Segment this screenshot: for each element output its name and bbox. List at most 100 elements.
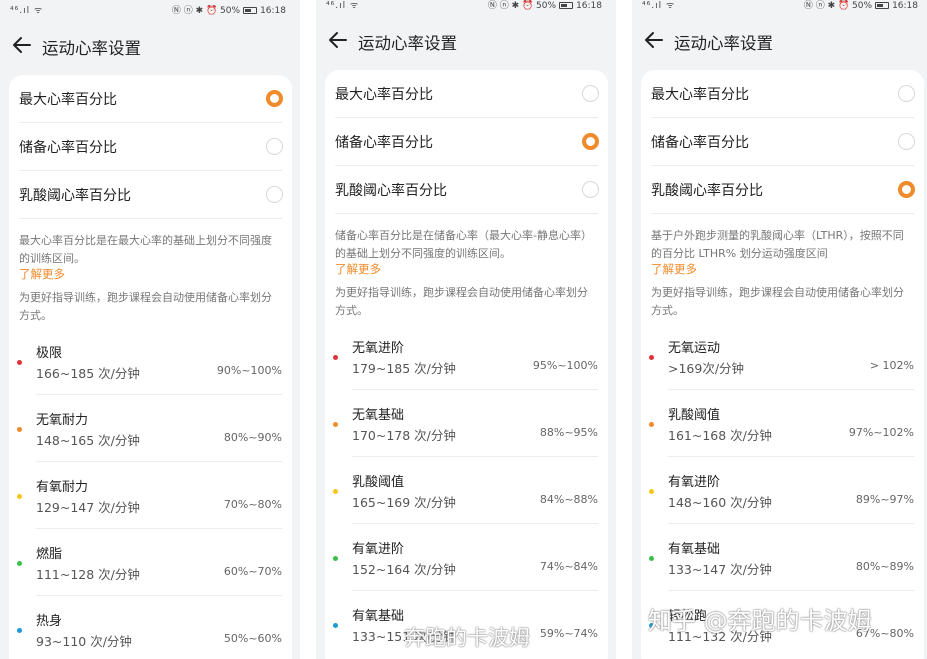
option-max-hr[interactable]: 最大心率百分比 xyxy=(325,70,608,118)
learn-more-link[interactable]: 了解更多 xyxy=(335,261,381,277)
zone-bpm: 166~185 次/分钟 xyxy=(36,366,140,381)
watermark-center: 奔跑的卡波姆 xyxy=(404,626,530,650)
back-arrow-icon[interactable] xyxy=(10,34,34,56)
zone-name: 燃脂 xyxy=(36,547,63,562)
status-bar: ⁴⁶.ıl ᯤ Ⓝ ⓝ ✱ ⏰ 50% 16:18 xyxy=(632,0,927,13)
radio-button-icon[interactable] xyxy=(898,133,915,150)
zone-percent: > 102% xyxy=(869,359,914,372)
zone-color-dot xyxy=(17,360,22,365)
status-time: 16:18 xyxy=(260,6,286,16)
zone-row[interactable]: 极限 166~185 次/分钟 90%~100% xyxy=(9,328,292,395)
option-reserve-hr[interactable]: 储备心率百分比 xyxy=(325,118,608,166)
radio-button-icon[interactable] xyxy=(266,138,283,155)
zone-bpm: 179~185 次/分钟 xyxy=(352,361,456,376)
radio-button-icon[interactable] xyxy=(582,181,599,198)
zone-row[interactable]: 无氧基础 170~178 次/分钟 88%~95% xyxy=(325,390,608,457)
phone-screen-lthr: ⁴⁶.ıl ᯤ Ⓝ ⓝ ✱ ⏰ 50% 16:18 运动心率设置 最大心率百分比 … xyxy=(632,0,927,659)
zone-row[interactable]: 无氧耐力 148~165 次/分钟 80%~90% xyxy=(9,395,292,462)
option-label: 储备心率百分比 xyxy=(651,135,749,151)
option-lthr[interactable]: 乳酸阈心率百分比 xyxy=(325,166,608,214)
status-bar: ⁴⁶.ıl ᯤ Ⓝ ⓝ ✱ ⏰ 50% 16:18 xyxy=(0,0,300,18)
zone-row[interactable]: 乳酸阈值 161~168 次/分钟 97%~102% xyxy=(641,390,924,457)
radio-button-icon[interactable] xyxy=(898,181,915,198)
radio-button-icon[interactable] xyxy=(582,133,599,150)
radio-button-icon[interactable] xyxy=(266,90,283,107)
method-description: 最大心率百分比是在最大心率的基础上划分不同强度的训练区间。 xyxy=(19,234,272,265)
signal-icon: ⁴⁶.ıl ᯤ xyxy=(642,1,676,11)
zone-row[interactable]: 燃脂 111~128 次/分钟 60%~70% xyxy=(9,529,292,596)
phone-screen-max-hr: ⁴⁶.ıl ᯤ Ⓝ ⓝ ✱ ⏰ 50% 16:18 运动心率设置 最大心率百分比 … xyxy=(0,0,300,659)
app-bar: 运动心率设置 xyxy=(316,27,616,55)
zone-percent: 80%~89% xyxy=(855,560,914,573)
zone-color-dot xyxy=(649,556,654,561)
option-label: 乳酸阈心率百分比 xyxy=(335,183,447,199)
zone-percent: 50%~60% xyxy=(223,632,282,645)
back-arrow-icon[interactable] xyxy=(326,29,350,51)
zone-color-dot xyxy=(649,489,654,494)
status-icons: Ⓝ ⓝ ✱ ⏰ 50% xyxy=(487,1,557,11)
status-time: 16:18 xyxy=(576,1,602,11)
zone-row[interactable]: 无氧运动 >169次/分钟 > 102% xyxy=(641,323,924,390)
option-lthr[interactable]: 乳酸阈心率百分比 xyxy=(641,166,924,214)
option-label: 最大心率百分比 xyxy=(335,87,433,103)
learn-more-link[interactable]: 了解更多 xyxy=(651,261,697,277)
zone-percent: 90%~100% xyxy=(216,364,282,377)
radio-button-icon[interactable] xyxy=(898,85,915,102)
radio-button-icon[interactable] xyxy=(266,186,283,203)
status-bar: ⁴⁶.ıl ᯤ Ⓝ ⓝ ✱ ⏰ 50% 16:18 xyxy=(316,0,616,13)
option-lthr[interactable]: 乳酸阈心率百分比 xyxy=(9,171,292,219)
option-reserve-hr[interactable]: 储备心率百分比 xyxy=(641,118,924,166)
option-label: 最大心率百分比 xyxy=(19,92,117,108)
watermark-right: 知乎 @奔跑的卡波姆 xyxy=(648,607,872,635)
zone-percent: 97%~102% xyxy=(848,426,914,439)
zone-color-dot xyxy=(17,494,22,499)
zone-name: 有氧耐力 xyxy=(36,480,89,495)
back-arrow-icon[interactable] xyxy=(642,29,666,51)
zone-name: 无氧耐力 xyxy=(36,413,89,428)
zone-color-dot xyxy=(333,489,338,494)
zone-color-dot xyxy=(17,561,22,566)
zone-row[interactable]: 有氧进阶 148~160 次/分钟 89%~97% xyxy=(641,457,924,524)
zone-bpm: 170~178 次/分钟 xyxy=(352,428,456,443)
zone-percent: 70%~80% xyxy=(223,498,282,511)
option-label: 乳酸阈心率百分比 xyxy=(19,188,131,204)
option-label: 储备心率百分比 xyxy=(335,135,433,151)
zone-row[interactable]: 有氧进阶 152~164 次/分钟 74%~84% xyxy=(325,524,608,591)
training-hint: 为更好指导训练，跑步课程会自动使用储备心率划分方式。 xyxy=(335,286,588,317)
zone-percent: 95%~100% xyxy=(532,359,598,372)
learn-more-link[interactable]: 了解更多 xyxy=(19,266,65,282)
zone-color-dot xyxy=(333,623,338,628)
zone-bpm: 161~168 次/分钟 xyxy=(668,428,772,443)
zone-bpm: 165~169 次/分钟 xyxy=(352,495,456,510)
zone-row[interactable]: 有氧基础 133~147 次/分钟 80%~89% xyxy=(641,524,924,591)
signal-icon: ⁴⁶.ıl ᯤ xyxy=(326,1,360,11)
zone-name: 极限 xyxy=(36,346,63,361)
zone-row[interactable]: 热身 93~110 次/分钟 50%~60% xyxy=(9,596,292,659)
option-reserve-hr[interactable]: 储备心率百分比 xyxy=(9,123,292,171)
zone-bpm: 93~110 次/分钟 xyxy=(36,634,132,649)
zone-name: 无氧进阶 xyxy=(352,341,405,356)
method-description: 基于户外跑步测量的乳酸阈心率（LTHR），按照不同的百分比 LTHR% 划分运动… xyxy=(651,229,904,260)
option-max-hr[interactable]: 最大心率百分比 xyxy=(9,75,292,123)
radio-button-icon[interactable] xyxy=(582,85,599,102)
zone-row[interactable]: 乳酸阈值 165~169 次/分钟 84%~88% xyxy=(325,457,608,524)
status-icons: Ⓝ ⓝ ✱ ⏰ 50% xyxy=(803,1,873,11)
zone-color-dot xyxy=(17,427,22,432)
zone-percent: 60%~70% xyxy=(223,565,282,578)
zone-name: 无氧运动 xyxy=(668,341,721,356)
option-max-hr[interactable]: 最大心率百分比 xyxy=(641,70,924,118)
method-description: 储备心率百分比是在储备心率（最大心率-静息心率）的基础上划分不同强度的训练区间。 xyxy=(335,229,592,260)
zone-row[interactable]: 有氧耐力 129~147 次/分钟 70%~80% xyxy=(9,462,292,529)
page-title: 运动心率设置 xyxy=(674,34,773,53)
zone-name: 乳酸阈值 xyxy=(352,475,405,490)
zone-bpm: >169次/分钟 xyxy=(668,361,745,376)
status-right: Ⓝ ⓝ ✱ ⏰ 50% 16:18 xyxy=(172,3,286,16)
status-time: 16:18 xyxy=(892,1,918,11)
settings-card: 最大心率百分比 储备心率百分比 乳酸阈心率百分比 最大心率百分比是在最大心率的基… xyxy=(9,75,292,659)
zone-percent: 80%~90% xyxy=(223,431,282,444)
zone-name: 热身 xyxy=(36,614,63,629)
training-hint: 为更好指导训练，跑步课程会自动使用储备心率划分方式。 xyxy=(19,291,272,322)
zone-percent: 89%~97% xyxy=(855,493,914,506)
zone-row[interactable]: 无氧进阶 179~185 次/分钟 95%~100% xyxy=(325,323,608,390)
zone-color-dot xyxy=(649,355,654,360)
